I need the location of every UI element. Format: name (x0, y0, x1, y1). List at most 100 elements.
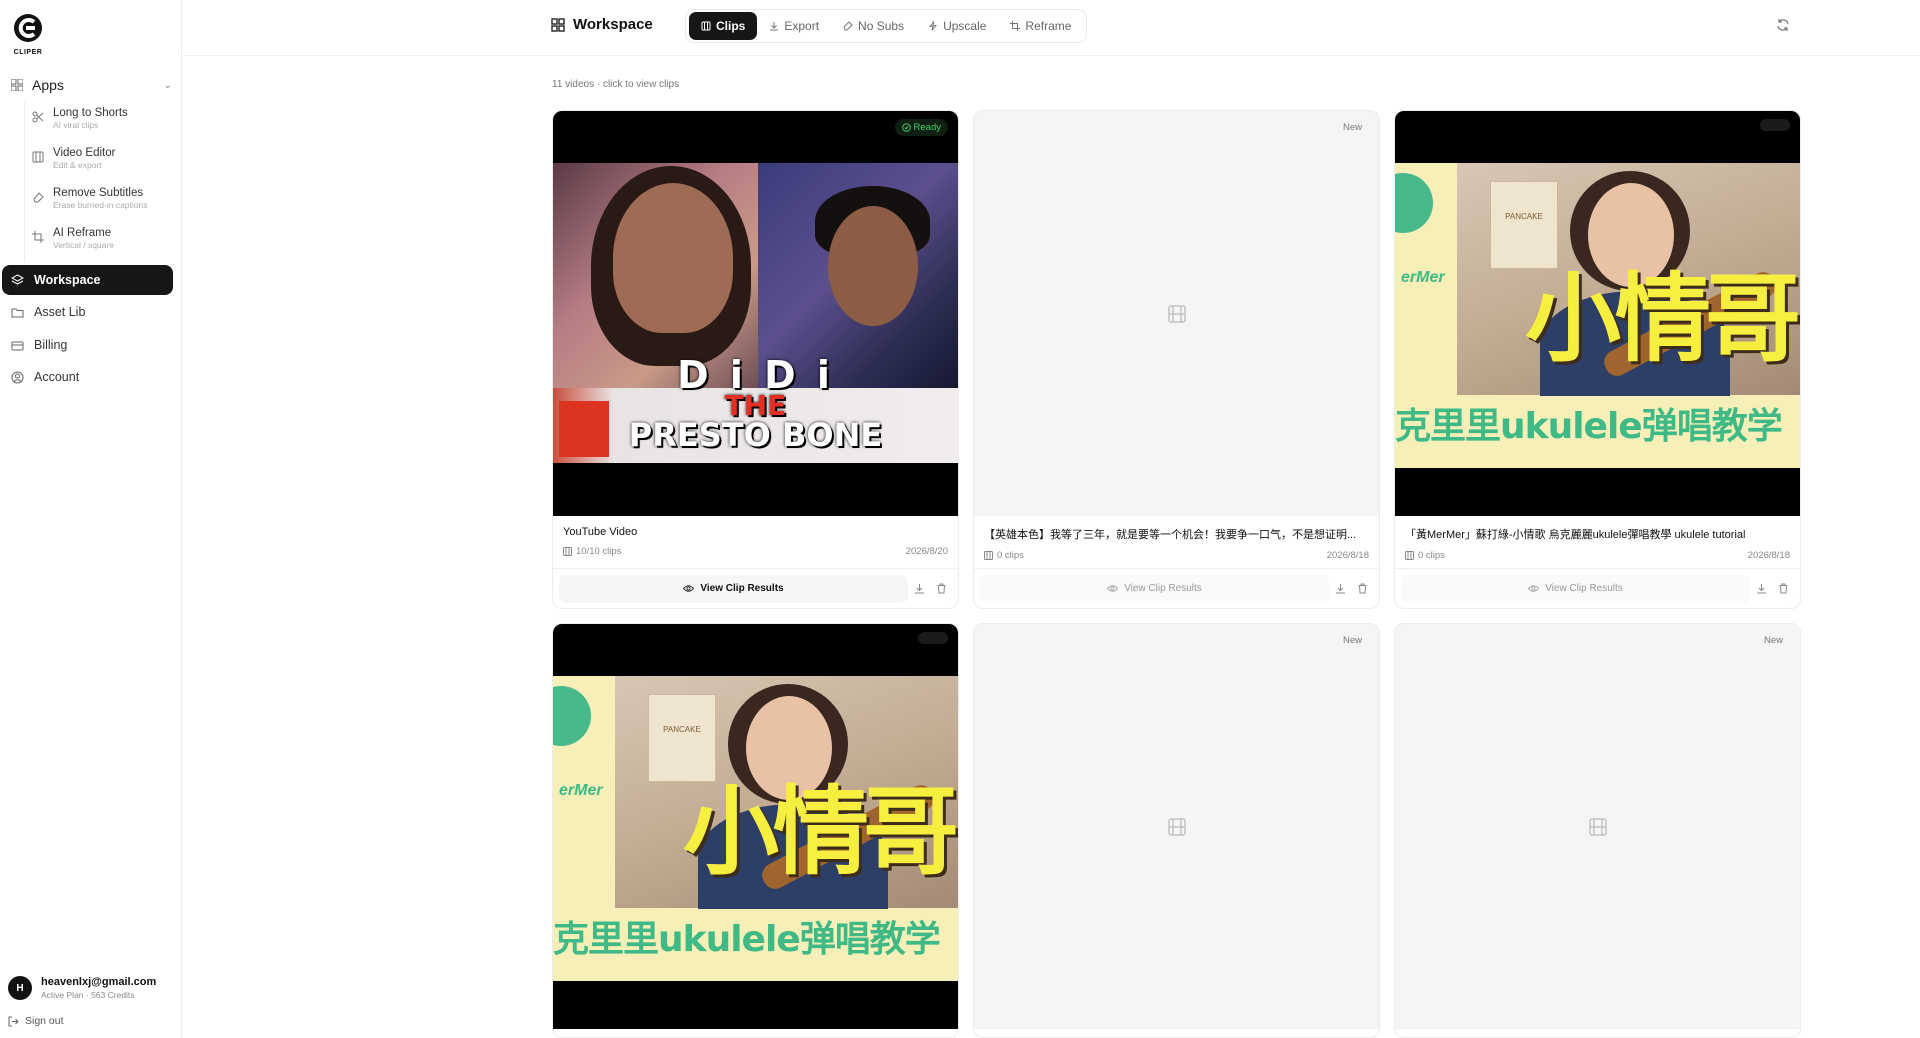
tab-reframe[interactable]: Reframe (998, 12, 1083, 40)
film-icon (984, 551, 993, 560)
eye-icon (1107, 583, 1119, 594)
download-icon (769, 21, 779, 31)
video-card[interactable]: PANCAKE erMer 小情哥 克里里ukulele弹唱教学 「黃MerMe… (1394, 110, 1801, 609)
sign-out-button[interactable]: Sign out (8, 1015, 64, 1027)
video-card[interactable]: New (973, 623, 1380, 1038)
tab-label: No Subs (858, 19, 905, 33)
thumb-text: 克里里ukulele弹唱教学 (553, 919, 941, 960)
chevron-down-icon: ⌄ (163, 79, 172, 91)
grid-icon (10, 78, 24, 92)
logout-icon (8, 1016, 19, 1027)
user-profile[interactable]: H heavenlxj@gmail.com Active Plan · 563 … (8, 976, 178, 1000)
film-icon (1405, 551, 1414, 560)
nav-billing[interactable]: Billing (2, 330, 173, 360)
thumb-text: 小情哥 (683, 776, 958, 888)
app-item-video-editor[interactable]: Video Editor Edit & export (25, 142, 174, 182)
app-item-title: Long to Shorts (53, 107, 128, 119)
video-thumbnail[interactable]: PANCAKE erMer 小情哥 克里里ukulele弹唱教学 (1395, 111, 1800, 516)
tab-export[interactable]: Export (757, 12, 831, 40)
view-clip-results-button[interactable]: View Clip Results (559, 574, 908, 603)
user-email: heavenlxj@gmail.com (41, 976, 157, 988)
thumb-text: PANCAKE (1505, 212, 1543, 221)
refresh-icon[interactable] (1776, 18, 1792, 34)
trash-icon[interactable] (1772, 578, 1794, 600)
video-card[interactable]: PANCAKE erMer 小情哥 克里里ukulele弹唱教学 (552, 623, 959, 1038)
eraser-icon (843, 21, 853, 31)
bolt-icon (928, 21, 938, 31)
status-badge: New (1342, 122, 1362, 133)
apps-label: Apps (32, 77, 64, 93)
video-thumbnail[interactable]: New (974, 111, 1379, 516)
clip-count: 0 clips (1405, 550, 1445, 561)
app-item-title: Remove Subtitles (53, 187, 144, 199)
apps-section-toggle[interactable]: Apps ⌄ (10, 74, 172, 96)
card-actions: View Clip Results (974, 568, 1379, 608)
nav-asset-lib[interactable]: Asset Lib (2, 297, 173, 327)
film-placeholder-icon (1588, 817, 1608, 837)
page-title: Workspace (551, 16, 653, 33)
tab-label: Upscale (943, 19, 987, 33)
logo-icon (14, 14, 42, 42)
videos-summary: 11 videos · click to view clips (552, 79, 680, 90)
nav-label: Workspace (34, 273, 101, 287)
crop-icon (31, 230, 45, 244)
status-badge-text: Ready (913, 122, 941, 133)
app-item-ai-reframe[interactable]: AI Reframe Vertical / square (25, 222, 174, 262)
sidebar: CLIPER Apps ⌄ Long to Shorts AI viral cli… (0, 0, 182, 1038)
app-item-subtitle: Erase burned-in captions (53, 200, 148, 210)
thumb-text: PANCAKE (663, 725, 701, 734)
tab-clips[interactable]: Clips (689, 12, 758, 40)
nav-workspace[interactable]: Workspace (2, 265, 173, 295)
download-icon[interactable] (1750, 578, 1772, 600)
grid-icon (551, 17, 565, 32)
download-icon[interactable] (1329, 578, 1351, 600)
card-info: 【英雄本色】我等了三年，就是要等一个机会！我要争一口气，不是想证明... 0 c… (974, 516, 1379, 568)
card-info: YouTube Video 10/10 clips 2026/8/20 (553, 516, 958, 568)
video-thumbnail[interactable]: New (974, 624, 1379, 1029)
button-label: View Clip Results (1545, 583, 1623, 594)
app-item-subtitle: AI viral clips (53, 120, 99, 130)
sign-out-label: Sign out (25, 1015, 64, 1027)
avatar: H (8, 976, 32, 1000)
download-icon[interactable] (908, 578, 930, 600)
eraser-icon (31, 190, 45, 204)
app-item-title: AI Reframe (53, 227, 112, 239)
user-circle-icon (10, 370, 24, 384)
app-item-title: Video Editor (53, 147, 116, 159)
trash-icon[interactable] (1351, 578, 1373, 600)
tab-label: Reframe (1025, 19, 1072, 33)
view-clip-results-button[interactable]: View Clip Results (1401, 574, 1750, 603)
nav-label: Account (34, 370, 80, 384)
layers-icon (10, 273, 24, 287)
video-thumbnail[interactable]: PANCAKE erMer 小情哥 克里里ukulele弹唱教学 (553, 624, 958, 1029)
video-thumbnail[interactable]: New (1395, 624, 1800, 1029)
thumb-text: 克里里ukulele弹唱教学 (1395, 406, 1783, 447)
video-card[interactable]: New (1394, 623, 1801, 1038)
tab-upscale[interactable]: Upscale (916, 12, 998, 40)
film-placeholder-icon (1167, 817, 1187, 837)
apps-list: Long to Shorts AI viral clips Video Edito… (24, 102, 174, 262)
video-date: 2026/8/18 (1747, 550, 1790, 561)
thumb-text: 小情哥 (1525, 263, 1800, 375)
video-card[interactable]: D i D i THE PRESTO BONE Ready YouTube Vi… (552, 110, 959, 609)
status-badge (918, 632, 948, 644)
eye-icon (1528, 583, 1540, 594)
user-plan: Active Plan · 563 Credits (41, 990, 135, 1000)
clip-count-text: 10/10 clips (576, 546, 622, 557)
app-logo[interactable]: CLIPER (12, 12, 44, 56)
page-title-text: Workspace (573, 16, 653, 33)
video-card[interactable]: New 【英雄本色】我等了三年，就是要等一个机会！我要争一口气，不是想证明...… (973, 110, 1380, 609)
status-badge (1760, 119, 1790, 131)
tab-label: Export (784, 19, 820, 33)
view-clip-results-button[interactable]: View Clip Results (980, 574, 1329, 603)
trash-icon[interactable] (930, 578, 952, 600)
app-item-long-to-shorts[interactable]: Long to Shorts AI viral clips (25, 102, 174, 142)
video-thumbnail[interactable]: D i D i THE PRESTO BONE Ready (553, 111, 958, 516)
clip-count: 10/10 clips (563, 546, 621, 557)
tab-no-subs[interactable]: No Subs (831, 12, 916, 40)
nav-account[interactable]: Account (2, 362, 173, 392)
thumb-text: erMer (559, 782, 603, 799)
nav-label: Asset Lib (34, 305, 86, 319)
app-item-remove-subtitles[interactable]: Remove Subtitles Erase burned-in captions (25, 182, 174, 222)
thumb-shape (828, 206, 918, 326)
